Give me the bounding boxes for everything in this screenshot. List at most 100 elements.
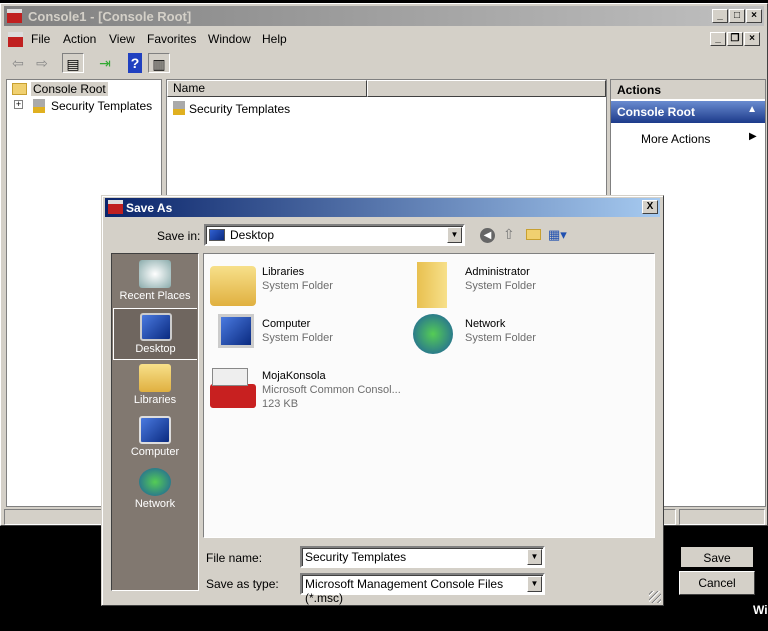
item-type: System Folder (465, 332, 536, 344)
dialog-title: Save As (126, 201, 173, 215)
actions-section-console-root[interactable]: Console Root ▲ (611, 101, 765, 123)
place-computer[interactable]: Computer (113, 412, 197, 464)
save-button[interactable]: Save (679, 545, 755, 569)
place-label: Libraries (133, 394, 177, 406)
list-item[interactable]: Security Templates (189, 102, 290, 116)
item-type: System Folder (465, 280, 536, 292)
save-as-type-dropdown[interactable]: Microsoft Management Console Files (*.ms… (300, 573, 545, 605)
place-desktop[interactable]: Desktop (113, 308, 197, 360)
file-list: Libraries System Folder Administrator Sy… (203, 253, 655, 538)
section-title: Console Root (617, 105, 695, 119)
place-libraries[interactable]: Libraries (113, 360, 197, 412)
status-bar-panel (679, 509, 765, 525)
toolbox-icon (210, 384, 256, 408)
title-bar: Console1 - [Console Root] _ □ × (4, 6, 764, 26)
file-item-libraries[interactable]: Libraries System Folder (210, 262, 410, 312)
mdi-close-button[interactable]: × (744, 32, 760, 46)
expand-icon[interactable]: + (14, 100, 23, 109)
desktop-icon (209, 229, 225, 241)
mdi-restore-button[interactable]: ❐ (727, 32, 743, 46)
item-name: Network (465, 318, 506, 330)
back-icon[interactable]: ⇦ (7, 53, 29, 73)
menu-favorites[interactable]: Favorites (147, 32, 196, 46)
maximize-button[interactable]: □ (729, 9, 745, 23)
folder-icon (12, 83, 27, 95)
chevron-down-icon[interactable]: ▼ (447, 227, 462, 243)
back-icon[interactable]: ◀ (480, 228, 495, 243)
file-name-label: File name: (206, 551, 263, 565)
place-network[interactable]: Network (113, 464, 197, 516)
close-button[interactable]: × (746, 9, 762, 23)
item-type: Microsoft Common Consol... (262, 384, 401, 396)
file-item-mojakonsola[interactable]: MojaKonsola Microsoft Common Consol... 1… (210, 366, 430, 418)
forward-icon[interactable]: ⇨ (31, 53, 53, 73)
submenu-arrow-icon: ▶ (749, 131, 757, 142)
file-name-value: Security Templates (305, 550, 407, 564)
cancel-button[interactable]: Cancel (679, 571, 755, 595)
mdi-icon (8, 32, 23, 47)
places-bar: Recent Places Desktop Libraries Computer… (111, 253, 199, 591)
file-item-network[interactable]: Network System Folder (413, 314, 613, 364)
place-label: Desktop (135, 343, 176, 355)
file-item-administrator[interactable]: Administrator System Folder (413, 262, 613, 312)
show-tree-icon[interactable]: ▤ (62, 53, 84, 73)
desktop-icon (139, 313, 172, 341)
item-type: System Folder (262, 332, 333, 344)
up-folder-icon[interactable]: ⇧ (503, 226, 515, 243)
place-recent-places[interactable]: Recent Places (113, 256, 197, 308)
menu-help[interactable]: Help (262, 32, 287, 46)
dialog-app-icon (108, 200, 123, 214)
menu-window[interactable]: Window (208, 32, 251, 46)
place-label: Network (134, 498, 176, 510)
network-icon (413, 314, 453, 354)
new-folder-icon[interactable] (526, 229, 541, 240)
resize-grip-icon[interactable] (649, 591, 661, 603)
tree-item-security-templates[interactable]: Security Templates (51, 99, 152, 113)
help-icon[interactable]: ? (128, 53, 142, 73)
window-title: Console1 - [Console Root] (28, 9, 192, 24)
chevron-down-icon[interactable]: ▼ (527, 576, 542, 592)
minimize-button[interactable]: _ (712, 9, 728, 23)
recent-places-icon (139, 260, 171, 288)
libraries-icon (210, 266, 256, 306)
network-icon (139, 468, 171, 496)
console-window-icon (212, 368, 248, 386)
export-list-icon[interactable]: ⇥ (94, 53, 116, 73)
show-action-pane-icon[interactable]: ▥ (148, 53, 170, 73)
place-label: Recent Places (119, 290, 191, 302)
menu-file[interactable]: File (31, 32, 50, 46)
save-as-type-value: Microsoft Management Console Files (*.ms… (305, 577, 504, 605)
item-name: Administrator (465, 266, 530, 278)
column-name-label: Name (173, 81, 206, 95)
view-menu-icon[interactable]: ▦▾ (548, 227, 567, 243)
collapse-icon[interactable]: ▲ (747, 104, 757, 115)
file-name-input[interactable]: Security Templates ▼ (300, 546, 545, 568)
dialog-close-button[interactable]: X (642, 200, 658, 214)
menu-view[interactable]: View (109, 32, 135, 46)
save-as-dialog: Save As X Save in: Desktop ▼ ◀ ⇧ ▦▾ Rece… (101, 195, 755, 606)
item-size: 123 KB (262, 398, 299, 410)
column-header-name[interactable]: Name (167, 80, 367, 97)
dialog-title-bar: Save As X (105, 198, 660, 217)
save-in-value: Desktop (230, 228, 275, 242)
app-icon (7, 9, 22, 23)
place-label: Computer (130, 446, 180, 458)
item-name: MojaKonsola (262, 370, 326, 382)
security-templates-icon (33, 99, 45, 113)
item-name: Libraries (262, 266, 305, 278)
tree-item-console-root[interactable]: Console Root (31, 82, 108, 96)
save-in-label: Save in: (157, 229, 201, 243)
user-folder-icon (417, 262, 447, 308)
menu-action[interactable]: Action (63, 32, 96, 46)
mdi-minimize-button[interactable]: _ (710, 32, 726, 46)
file-item-computer[interactable]: Computer System Folder (210, 314, 410, 364)
actions-header: Actions (611, 80, 765, 99)
computer-icon (218, 314, 254, 348)
column-header-empty[interactable] (367, 80, 606, 97)
item-type: System Folder (262, 280, 333, 292)
save-as-type-label: Save as type: (206, 577, 279, 591)
more-actions-link[interactable]: More Actions (641, 132, 710, 146)
libraries-icon (139, 364, 171, 392)
chevron-down-icon[interactable]: ▼ (527, 549, 542, 565)
save-in-dropdown[interactable]: Desktop ▼ (204, 224, 465, 246)
